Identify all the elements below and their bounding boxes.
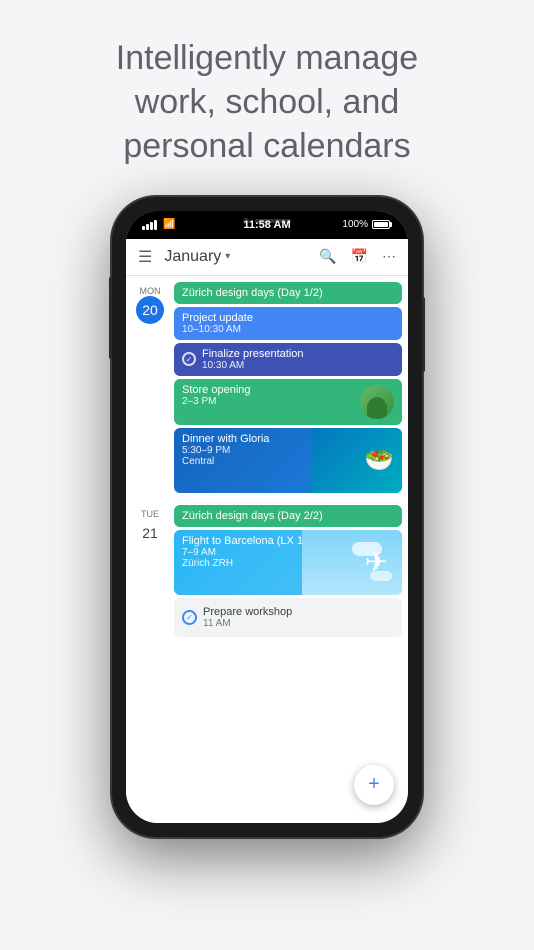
workshop-time: 11 AM bbox=[203, 618, 292, 629]
phone-screen: 📶 11:58 AM 100% ☰ January ▾ 🔍 bbox=[126, 211, 408, 823]
status-time: 11:58 AM bbox=[243, 219, 290, 231]
battery-percent: 100% bbox=[342, 219, 368, 230]
search-icon[interactable]: 🔍 bbox=[319, 248, 336, 265]
zurich-day1-event[interactable]: Zürich design days (Day 1/2) bbox=[174, 282, 402, 304]
zurich-day1-title: Zürich design days (Day 1/2) bbox=[182, 287, 394, 299]
calendar-content: MON 20 Zürich design days (Day 1/2) Proj… bbox=[126, 276, 408, 823]
header-icons: 🔍 📅 ⋯ bbox=[319, 248, 396, 265]
signal-area: 📶 bbox=[142, 219, 175, 230]
project-title: Project update bbox=[182, 312, 394, 324]
wifi-icon: 📶 bbox=[163, 219, 175, 230]
finalize-time: 10:30 AM bbox=[202, 360, 304, 371]
dropdown-arrow: ▾ bbox=[225, 251, 230, 262]
zurich-day2-title: Zürich design days (Day 2/2) bbox=[182, 510, 394, 522]
day-name-tue: TUE bbox=[141, 509, 159, 519]
app-header: ☰ January ▾ 🔍 📅 ⋯ bbox=[126, 239, 408, 276]
month-label: January bbox=[164, 248, 221, 266]
hamburger-icon[interactable]: ☰ bbox=[138, 247, 152, 267]
monday-events: Zürich design days (Day 1/2) Project upd… bbox=[174, 282, 402, 493]
finalize-title: Finalize presentation bbox=[202, 348, 304, 360]
day-number-21: 21 bbox=[136, 519, 164, 547]
more-icon[interactable]: ⋯ bbox=[382, 248, 396, 265]
bar4 bbox=[154, 220, 157, 230]
finalize-text: Finalize presentation 10:30 AM bbox=[202, 348, 304, 371]
zurich-day2-event[interactable]: Zürich design days (Day 2/2) bbox=[174, 505, 402, 527]
battery-tip bbox=[390, 222, 392, 227]
day-row-tuesday: TUE 21 Zürich design days (Day 2/2) bbox=[126, 499, 408, 641]
day-label-tuesday: TUE 21 bbox=[132, 505, 168, 547]
fab-button[interactable]: + bbox=[354, 765, 394, 805]
day-name-mon: MON bbox=[140, 286, 161, 296]
battery-icon bbox=[372, 220, 392, 229]
headline-text: Intelligently manage work, school, and p… bbox=[116, 36, 418, 169]
tuesday-events: Zürich design days (Day 2/2) ✈ Flight to… bbox=[174, 505, 402, 637]
bar3 bbox=[150, 222, 153, 230]
status-bar: 📶 11:58 AM 100% bbox=[126, 211, 408, 239]
fab-icon: + bbox=[368, 773, 380, 796]
calendar-icon[interactable]: 📅 bbox=[351, 248, 368, 265]
battery-body bbox=[372, 220, 390, 229]
dinner-event[interactable]: 🥗 Dinner with Gloria 5:30–9 PM Central bbox=[174, 428, 402, 493]
store-opening-event[interactable]: Store opening 2–3 PM bbox=[174, 379, 402, 425]
phone-mockup: 📶 11:58 AM 100% ☰ January ▾ 🔍 bbox=[112, 197, 422, 837]
day-label-monday: MON 20 bbox=[132, 282, 168, 324]
finalize-event[interactable]: ✓ Finalize presentation 10:30 AM bbox=[174, 343, 402, 376]
headline: Intelligently manage work, school, and p… bbox=[76, 0, 458, 189]
flight-event[interactable]: ✈ Flight to Barcelona (LX 1952) 7–9 AM Z… bbox=[174, 530, 402, 595]
signal-bars bbox=[142, 220, 157, 230]
month-title[interactable]: January ▾ bbox=[164, 248, 230, 266]
bar2 bbox=[146, 224, 149, 230]
day-row-monday: MON 20 Zürich design days (Day 1/2) Proj… bbox=[126, 276, 408, 497]
battery-area: 100% bbox=[342, 219, 392, 230]
workshop-title: Prepare workshop bbox=[203, 606, 292, 618]
workshop-task[interactable]: ✓ Prepare workshop 11 AM bbox=[174, 598, 402, 637]
day-number-20: 20 bbox=[136, 296, 164, 324]
bar1 bbox=[142, 226, 145, 230]
project-update-event[interactable]: Project update 10–10:30 AM bbox=[174, 307, 402, 340]
project-time: 10–10:30 AM bbox=[182, 324, 394, 335]
workshop-text: Prepare workshop 11 AM bbox=[203, 606, 292, 629]
battery-fill bbox=[374, 222, 388, 227]
